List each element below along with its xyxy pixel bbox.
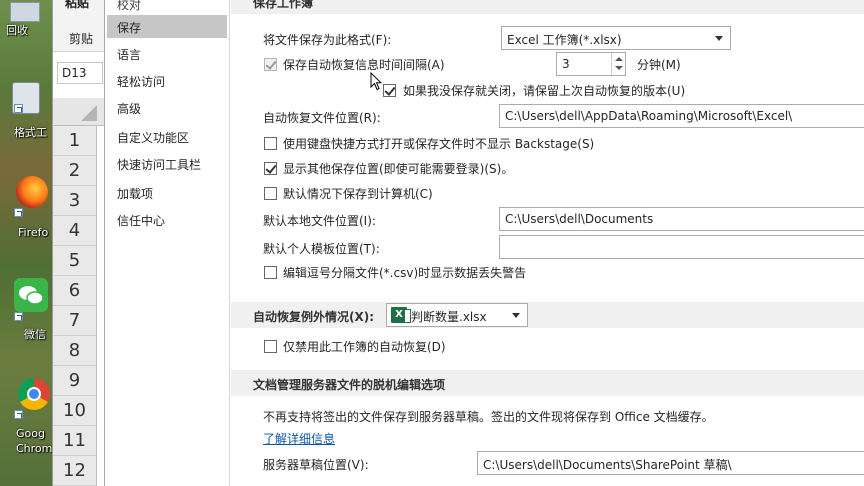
disable-autorecover-label: 仅禁用此工作簿的自动恢复(D) — [283, 340, 446, 354]
nav-item-quick-access-toolbar[interactable]: 快速访问工具栏 — [107, 152, 227, 175]
shortcut-arrow-icon — [14, 410, 23, 419]
save-format-value: Excel 工作簿(*.xlsx) — [507, 33, 622, 47]
excel-options-dialog: 校对 保存 语言 轻松访问 高级 自定义功能区 快速访问工具栏 加载项 信任中心… — [104, 0, 864, 486]
row-header[interactable]: 9 — [53, 366, 97, 396]
nav-item-customize-ribbon[interactable]: 自定义功能区 — [107, 125, 227, 148]
no-backstage-label: 使用键盘快捷方式打开或保存文件时不显示 Backstage(S) — [283, 137, 595, 151]
row-header[interactable]: 12 — [53, 456, 97, 486]
autorecover-location-label: 自动恢复文件位置(R): — [263, 111, 381, 125]
show-additional-places-checkbox[interactable] — [264, 162, 277, 175]
csv-warning-label: 编辑逗号分隔文件(*.csv)时显示数据丢失警告 — [283, 266, 527, 280]
autorecover-exceptions-label: 自动恢复例外情况(X): — [253, 310, 375, 324]
csv-warning-checkbox[interactable] — [264, 266, 277, 279]
ribbon-clipboard-group: 粘贴 剪贴 — [53, 0, 105, 52]
chevron-down-icon — [512, 313, 520, 318]
desktop-background: 回收 格式工 Firefo 微信 Goog Chrom — [0, 0, 52, 486]
row-header[interactable]: 7 — [53, 306, 97, 336]
autorecover-minutes-value: 3 — [562, 57, 570, 71]
show-additional-places-label: 显示其他保存位置(即使可能需要登录)(S)。 — [283, 162, 514, 176]
autorecover-interval-checkbox[interactable] — [264, 58, 277, 71]
keep-last-version-label: 如果我没保存就关闭，请保留上次自动恢复的版本(U) — [403, 84, 686, 98]
row-header[interactable]: 5 — [53, 246, 97, 276]
excel-file-icon: X — [391, 307, 411, 323]
chrome-icon[interactable] — [18, 378, 50, 410]
row-header[interactable]: 1 — [53, 126, 97, 156]
nav-item-trust-center[interactable]: 信任中心 — [107, 208, 227, 231]
row-header[interactable]: 4 — [53, 216, 97, 246]
chevron-down-icon — [715, 36, 723, 41]
default-template-location-label: 默认个人模板位置(T): — [263, 242, 380, 256]
desktop-icon-label: 回收 — [6, 24, 28, 37]
desktop-icon-label: Goog Chrom — [16, 427, 52, 455]
nav-item-save[interactable]: 保存 — [107, 15, 227, 38]
select-all-corner[interactable] — [53, 98, 105, 126]
row-header[interactable]: 3 — [53, 186, 97, 216]
row-header[interactable]: 11 — [53, 426, 97, 456]
autorecover-minutes-input[interactable]: 3 — [556, 52, 626, 76]
shortcut-arrow-icon — [14, 312, 23, 321]
save-to-computer-checkbox[interactable] — [264, 187, 277, 200]
mouse-cursor-icon — [370, 72, 382, 91]
save-format-label: 将文件保存为此格式(F): — [263, 33, 392, 47]
default-template-location-input[interactable] — [499, 235, 864, 259]
nav-item-accessibility[interactable]: 轻松访问 — [107, 69, 227, 92]
options-nav: 校对 保存 语言 轻松访问 高级 自定义功能区 快速访问工具栏 加载项 信任中心 — [105, 0, 230, 486]
offline-info-text: 不再支持将签出的文件保存到服务器草稿。签出的文件现将保存到 Office 文档缓… — [263, 410, 714, 424]
no-backstage-checkbox[interactable] — [264, 137, 277, 150]
autorecover-workbook-value: 判断数量.xlsx — [411, 310, 487, 324]
autorecover-workbook-dropdown[interactable]: X 判断数量.xlsx — [386, 303, 528, 327]
recycle-bin-icon[interactable] — [10, 2, 40, 22]
save-to-computer-label: 默认情况下保存到计算机(C) — [283, 187, 433, 201]
save-format-dropdown[interactable]: Excel 工作簿(*.xlsx) — [501, 26, 731, 50]
nav-item-advanced[interactable]: 高级 — [107, 96, 227, 119]
autorecover-interval-label: 保存自动恢复信息时间间隔(A) — [283, 58, 445, 72]
learn-more-link[interactable]: 了解详细信息 — [263, 430, 335, 447]
keep-last-version-checkbox[interactable] — [383, 84, 396, 97]
row-header[interactable]: 6 — [53, 276, 97, 306]
row-header[interactable]: 2 — [53, 156, 97, 186]
nav-item-proofing[interactable]: 校对 — [107, 0, 227, 15]
nav-item-language[interactable]: 语言 — [107, 42, 227, 65]
server-drafts-label: 服务器草稿位置(V): — [263, 458, 369, 472]
name-box[interactable]: D13 — [57, 62, 103, 84]
default-local-location-label: 默认本地文件位置(I): — [263, 214, 376, 228]
section-header-autorecover-exceptions: 自动恢复例外情况(X): — [231, 302, 864, 328]
section-header-save-workbooks: 保存工作簿 — [231, 0, 864, 14]
minutes-label: 分钟(M) — [637, 58, 681, 72]
minutes-spinner[interactable] — [611, 53, 625, 75]
excel-window: 粘贴 剪贴 D13 1 2 3 4 5 6 7 8 9 10 11 12 — [52, 0, 105, 486]
nav-item-add-ins[interactable]: 加载项 — [107, 181, 227, 204]
autorecover-location-input[interactable]: C:\Users\dell\AppData\Roaming\Microsoft\… — [499, 104, 864, 128]
firefox-icon[interactable] — [16, 176, 48, 208]
server-drafts-input[interactable]: C:\Users\dell\Documents\SharePoint 草稿\ — [477, 451, 864, 475]
disable-autorecover-checkbox[interactable] — [264, 340, 277, 353]
spin-up-icon[interactable] — [615, 57, 623, 61]
row-header[interactable]: 8 — [53, 336, 97, 366]
default-local-location-input[interactable]: C:\Users\dell\Documents — [499, 207, 864, 231]
row-header[interactable]: 10 — [53, 396, 97, 426]
paste-button[interactable]: 粘贴 — [65, 0, 89, 11]
section-header-offline-editing: 文档管理服务器文件的脱机编辑选项 — [231, 370, 864, 396]
clipboard-group-label: 剪贴 — [69, 32, 94, 46]
shortcut-arrow-icon — [14, 208, 23, 217]
shortcut-arrow-icon — [14, 104, 23, 113]
wechat-icon[interactable] — [14, 278, 48, 312]
spin-down-icon[interactable] — [615, 66, 623, 70]
save-options-panel: 保存工作簿 将文件保存为此格式(F): Excel 工作簿(*.xlsx) 保存… — [231, 0, 864, 486]
